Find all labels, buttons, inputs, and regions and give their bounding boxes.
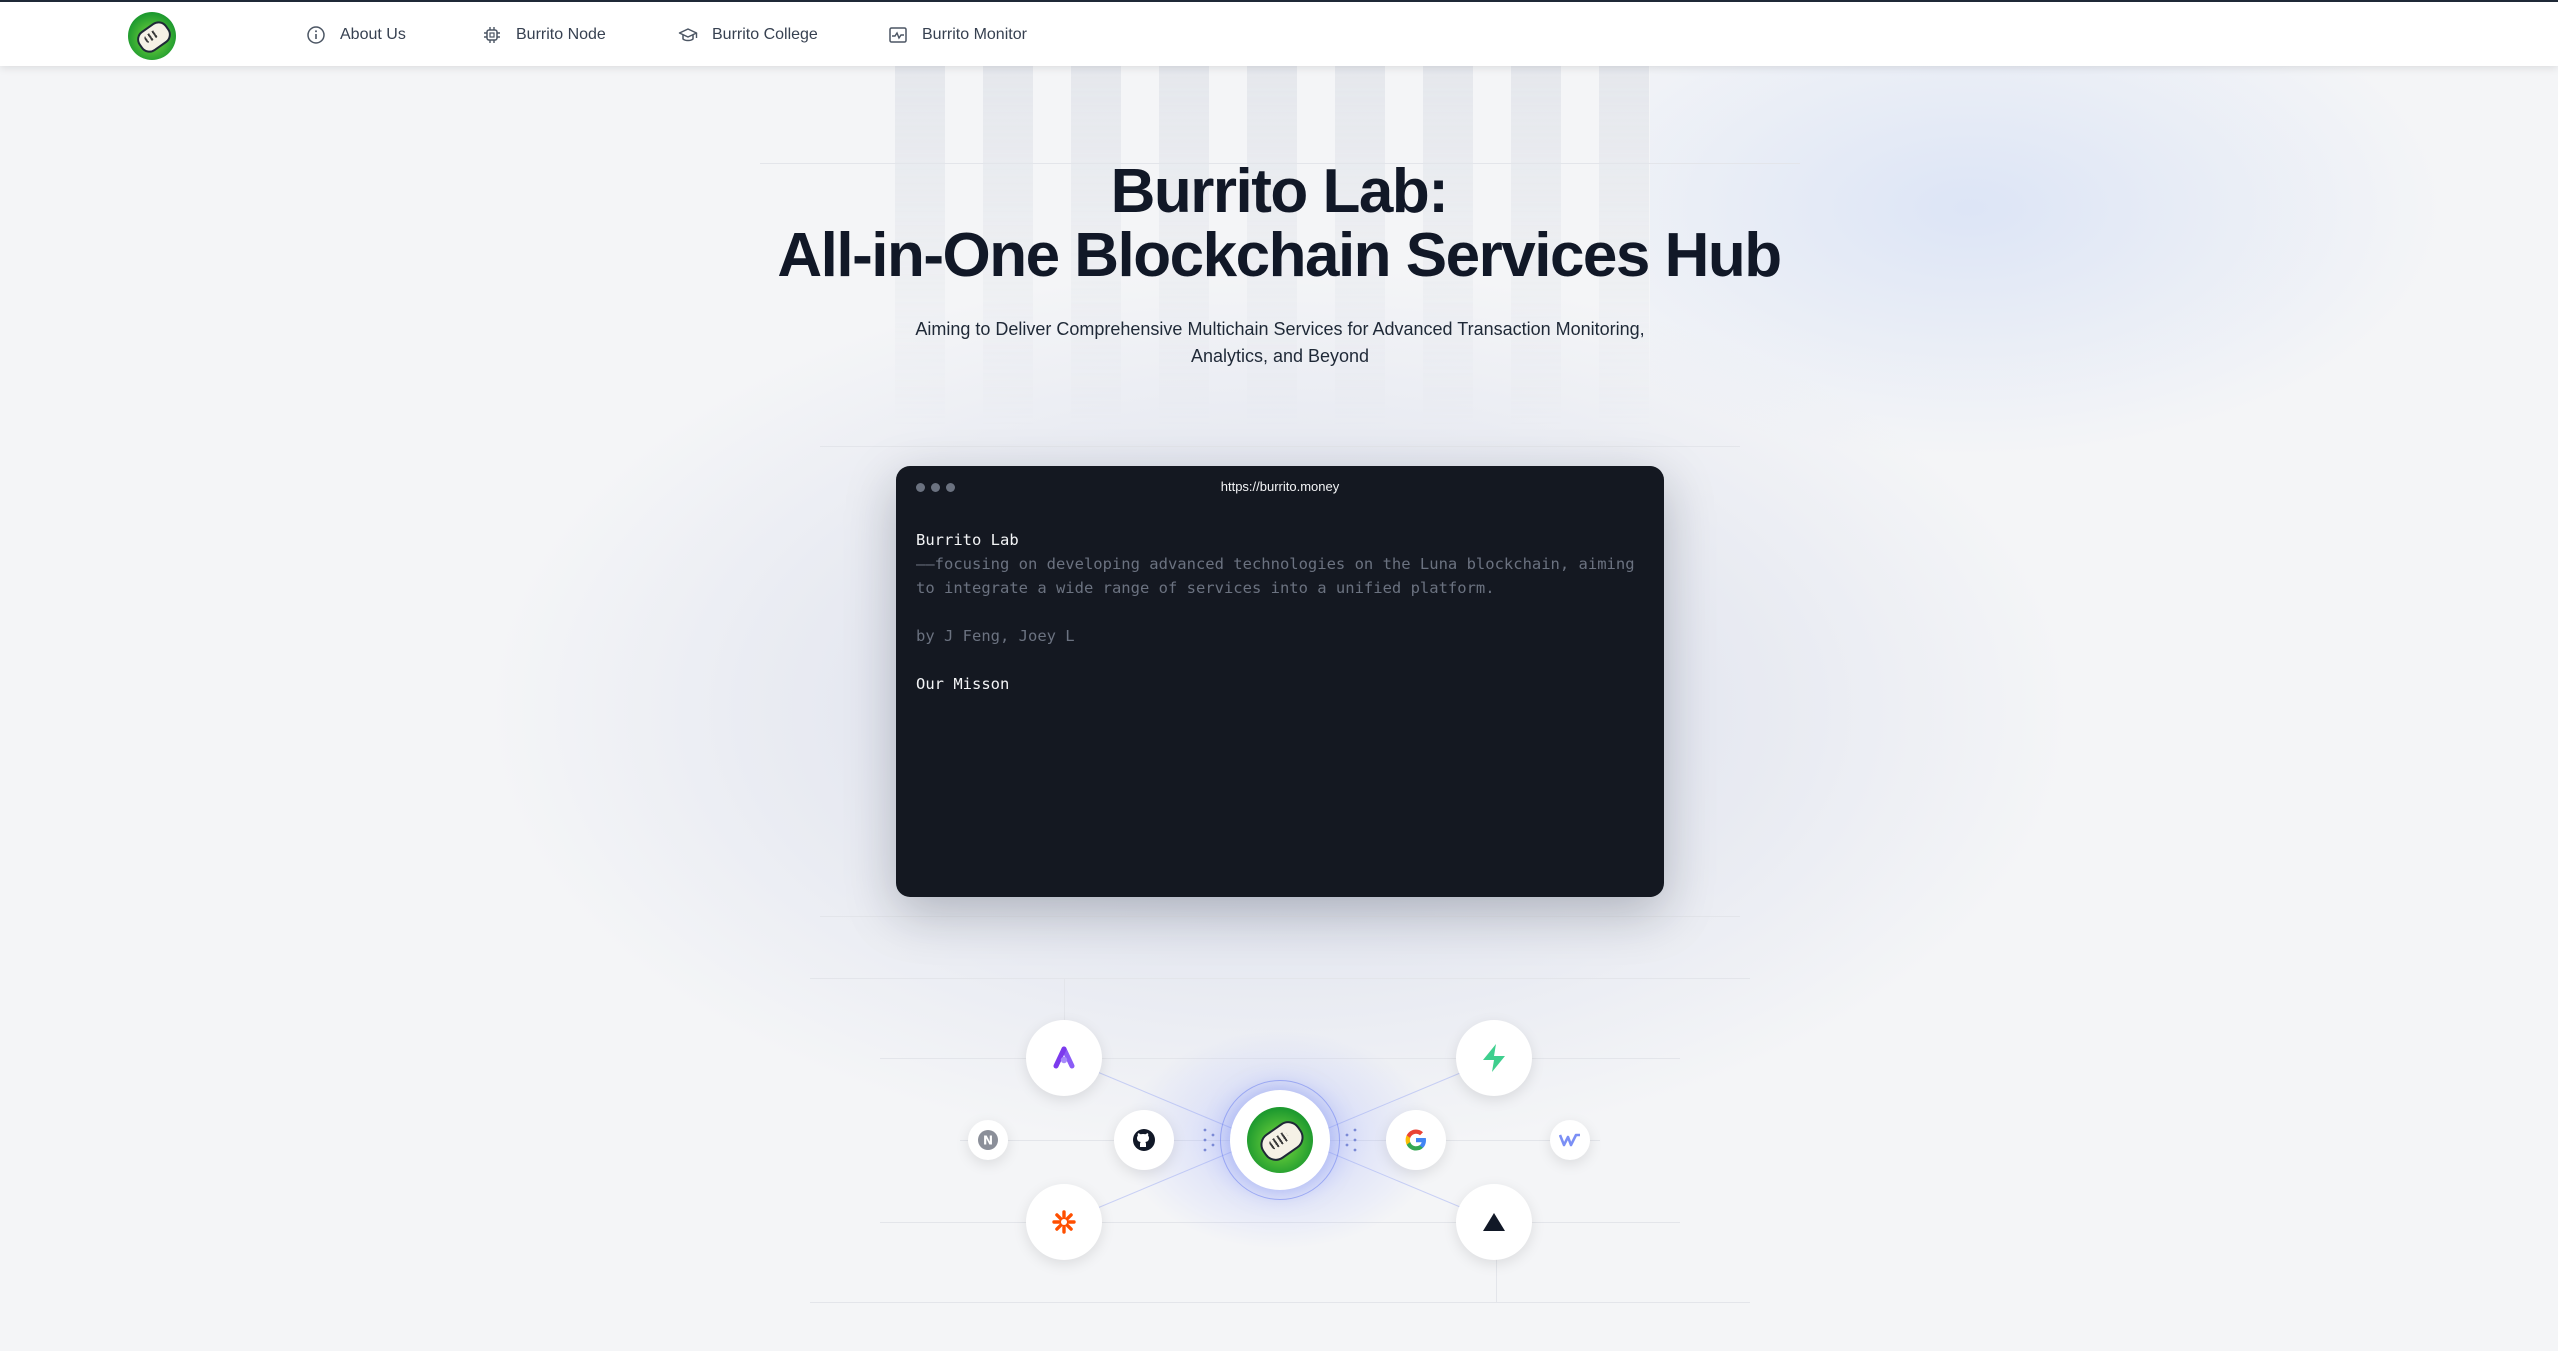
arc-icon	[1053, 1046, 1075, 1069]
hero-title: Burrito Lab: All-in-One Blockchain Servi…	[0, 160, 2558, 288]
nav-burrito-monitor[interactable]: Burrito Monitor	[888, 24, 1027, 46]
webflow-node[interactable]	[1550, 1120, 1590, 1160]
hero-title-line-2: All-in-One Blockchain Services Hub	[777, 221, 1782, 290]
webflow-icon	[1559, 1133, 1580, 1147]
terminal-content: Burrito Lab ——focusing on developing adv…	[916, 528, 1646, 696]
nav-burrito-college[interactable]: Burrito College	[678, 24, 818, 46]
burrito-logo-center	[1247, 1107, 1313, 1173]
supabase-icon	[1483, 1044, 1505, 1072]
terminal-heading: Burrito Lab	[916, 531, 1019, 549]
notion-node[interactable]: N	[968, 1120, 1008, 1160]
google-node[interactable]	[1386, 1110, 1446, 1170]
nav-burrito-college-label: Burrito College	[712, 26, 818, 43]
nav-about-us[interactable]: About Us	[306, 24, 406, 46]
grid-line	[820, 446, 1740, 447]
notion-icon: N	[978, 1130, 998, 1150]
github-node[interactable]	[1114, 1110, 1174, 1170]
nav-burrito-monitor-label: Burrito Monitor	[922, 26, 1027, 43]
terminal-authors: by J Feng, Joey L	[916, 627, 1075, 645]
terminal-description-line-2: to integrate a wide range of services in…	[916, 579, 1495, 597]
zapier-node[interactable]	[1026, 1184, 1102, 1260]
zapier-icon	[1052, 1210, 1076, 1234]
svg-text:N: N	[983, 1134, 993, 1148]
terminal-description-line-1: ——focusing on developing advanced techno…	[916, 555, 1635, 573]
top-navigation-bar: About Us Burrito Node Burrito College Bu…	[0, 0, 2558, 66]
google-icon	[1405, 1129, 1426, 1151]
hero-subtitle-line-1: Aiming to Deliver Comprehensive Multicha…	[915, 319, 1645, 339]
vercel-node[interactable]	[1456, 1184, 1532, 1260]
monitor-chart-icon	[889, 27, 907, 43]
hero-subtitle-line-2: Analytics, and Beyond	[1190, 346, 1370, 366]
supabase-node[interactable]	[1456, 1020, 1532, 1096]
hero-subtitle: Aiming to Deliver Comprehensive Multicha…	[900, 316, 1660, 370]
burrito-icon	[1255, 1116, 1309, 1166]
chip-icon	[484, 27, 500, 43]
info-icon	[307, 26, 325, 44]
graduation-cap-icon	[678, 28, 698, 42]
vercel-icon	[1483, 1213, 1505, 1231]
nav-burrito-node[interactable]: Burrito Node	[482, 24, 606, 46]
nav-about-us-label: About Us	[340, 26, 406, 43]
github-icon	[1133, 1129, 1155, 1151]
grid-line	[810, 1302, 1750, 1303]
grid-line	[810, 978, 1750, 979]
hero-title-line-1: Burrito Lab:	[1110, 157, 1449, 226]
terminal-mission: Our Misson	[916, 675, 1010, 693]
burrito-logo[interactable]	[128, 12, 176, 60]
grid-line	[820, 916, 1740, 917]
nav-burrito-node-label: Burrito Node	[516, 26, 606, 43]
center-burrito-node[interactable]	[1230, 1090, 1330, 1190]
terminal-window: https://burrito.money Burrito Lab ——focu…	[896, 466, 1664, 897]
arc-node[interactable]	[1026, 1020, 1102, 1096]
burrito-icon	[133, 17, 175, 57]
terminal-url: https://burrito.money	[1220, 479, 1340, 494]
